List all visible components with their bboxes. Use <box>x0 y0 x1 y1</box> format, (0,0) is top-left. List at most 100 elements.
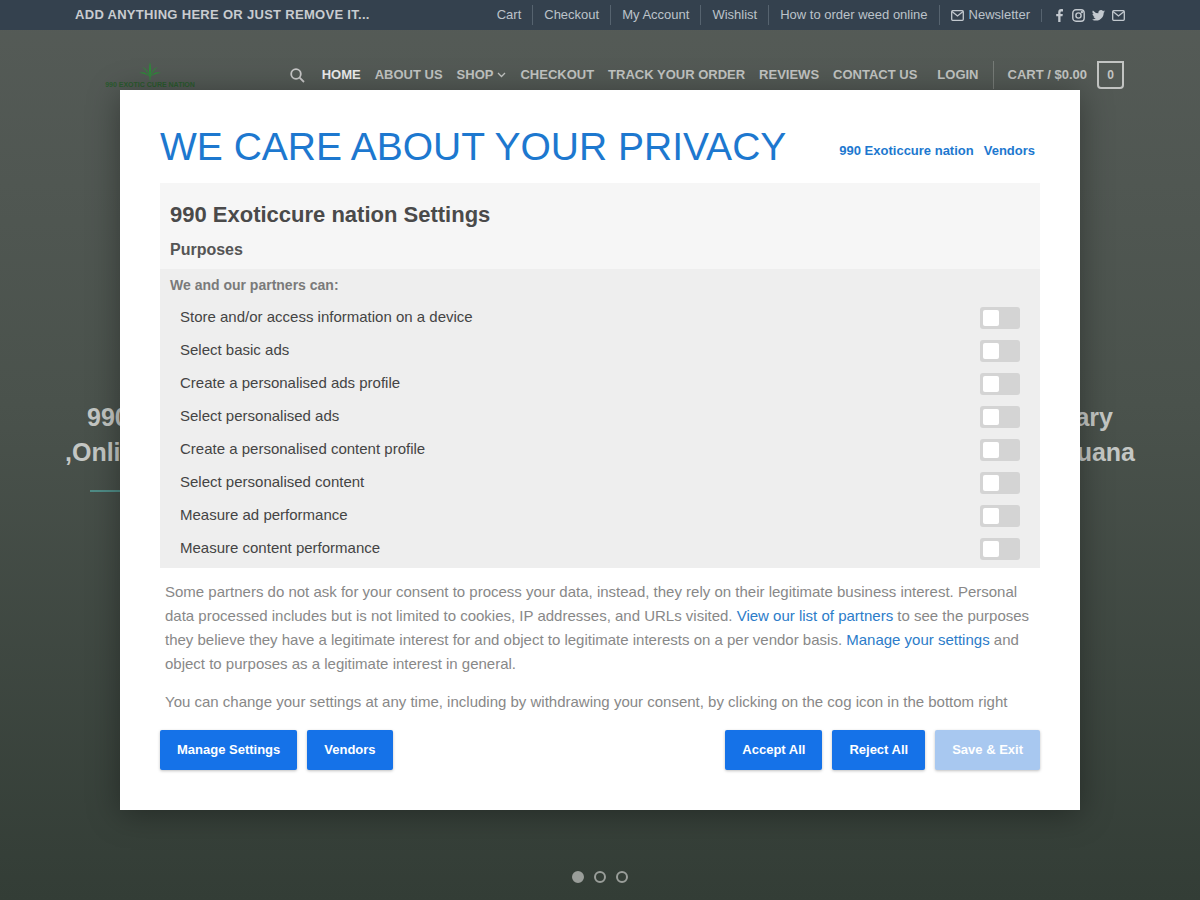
email-icon[interactable] <box>1112 9 1125 22</box>
nav-item[interactable]: ABOUT US <box>375 65 443 85</box>
instagram-icon[interactable] <box>1072 9 1085 22</box>
social-links <box>1041 9 1125 22</box>
privacy-modal: WE CARE ABOUT YOUR PRIVACY 990 Exoticcure… <box>120 90 1080 810</box>
announcement: ADD ANYTHING HERE OR JUST REMOVE IT... <box>75 5 370 25</box>
toggle-knob <box>983 541 999 557</box>
envelope-icon <box>951 10 964 21</box>
search-icon[interactable] <box>290 67 306 83</box>
modal-title: WE CARE ABOUT YOUR PRIVACY <box>160 127 786 166</box>
left-buttons: Manage SettingsVendors <box>160 730 393 770</box>
slider-dot[interactable] <box>594 871 606 883</box>
slider-dot[interactable] <box>616 871 628 883</box>
purpose-toggle[interactable] <box>980 307 1020 329</box>
hero-divider <box>90 490 122 492</box>
settings-panel: 990 Exoticcure nation Settings Purposes We… <box>160 183 1040 568</box>
page: ADD ANYTHING HERE OR JUST REMOVE IT... Ca… <box>0 0 1200 900</box>
notice-text: Some partners do not ask for your consen… <box>160 568 1040 718</box>
nav-item[interactable]: CHECKOUT <box>520 65 594 85</box>
toggle-knob <box>983 475 999 491</box>
purpose-row: Select basic ads <box>170 334 1030 367</box>
modal-button[interactable]: Vendors <box>307 730 392 770</box>
toggle-knob <box>983 376 999 392</box>
twitter-icon[interactable] <box>1092 9 1105 22</box>
main-nav: HOME ABOUT US SHOP CHECKOUT TRACK YOUR ORDER… <box>290 61 1124 89</box>
nav-label: TRACK YOUR ORDER <box>608 65 745 85</box>
purpose-row: Select personalised ads <box>170 400 1030 433</box>
purpose-label: Measure ad performance <box>180 504 348 527</box>
top-link[interactable]: Wishlist <box>700 5 768 25</box>
notice-link[interactable]: Manage your settings <box>846 631 989 648</box>
notice-link[interactable]: View our list of partners <box>737 607 893 624</box>
facebook-icon[interactable] <box>1053 9 1065 22</box>
nav-label: CHECKOUT <box>520 65 594 85</box>
nav-divider <box>993 61 994 89</box>
top-links: CartCheckoutMy AccountWishlistHow to ord… <box>486 5 1125 25</box>
toggle-knob <box>983 409 999 425</box>
purpose-toggle[interactable] <box>980 538 1020 560</box>
hero-text-right: uana <box>1077 434 1135 472</box>
notice-paragraph-2: You can change your settings at any time… <box>165 690 1035 714</box>
purpose-toggle[interactable] <box>980 505 1020 527</box>
purpose-toggle[interactable] <box>980 472 1020 494</box>
purpose-toggle[interactable] <box>980 406 1020 428</box>
slider-dot[interactable] <box>572 871 584 883</box>
top-link[interactable]: Checkout <box>532 5 610 25</box>
slider-dots <box>0 871 1200 883</box>
section-title: Purposes <box>170 240 1030 260</box>
purpose-label: Select personalised ads <box>180 405 339 428</box>
toggle-knob <box>983 508 999 524</box>
nav-item[interactable]: SHOP <box>457 65 507 85</box>
modal-tab[interactable]: Vendors <box>984 141 1035 161</box>
nav-item[interactable]: REVIEWS <box>759 65 819 85</box>
modal-tab[interactable]: 990 Exoticcure nation <box>839 141 973 161</box>
nav-label: SHOP <box>457 65 494 85</box>
logo[interactable]: 990 EXOTIC CURE NATION <box>100 62 200 89</box>
nav-item[interactable]: TRACK YOUR ORDER <box>608 65 745 85</box>
nav-item[interactable]: CONTACT US <box>833 65 917 85</box>
purpose-label: Create a personalised content profile <box>180 438 425 461</box>
purpose-label: Select personalised content <box>180 471 364 494</box>
toggle-knob <box>983 442 999 458</box>
modal-button[interactable]: Reject All <box>832 730 925 770</box>
modal-button: Save & Exit <box>935 730 1040 770</box>
toggle-knob <box>983 310 999 326</box>
purpose-row: Create a personalised ads profile <box>170 367 1030 400</box>
top-link[interactable]: My Account <box>610 5 700 25</box>
list-heading: We and our partners can: <box>170 275 1030 295</box>
chevron-down-icon <box>497 72 506 78</box>
cart-label: CART / $0.00 <box>1008 65 1087 85</box>
purpose-row: Measure ad performance <box>170 499 1030 532</box>
nav-label: REVIEWS <box>759 65 819 85</box>
modal-button[interactable]: Manage Settings <box>160 730 297 770</box>
login-link[interactable]: LOGIN <box>937 65 978 85</box>
settings-title: 990 Exoticcure nation Settings <box>170 202 1030 228</box>
logo-text: 990 EXOTIC CURE NATION <box>105 80 195 89</box>
modal-button[interactable]: Accept All <box>725 730 822 770</box>
top-link[interactable]: Cart <box>486 5 533 25</box>
newsletter-label: Newsletter <box>969 5 1030 25</box>
modal-tabs: 990 Exoticcure nation Vendors <box>839 141 1035 161</box>
cart-link[interactable]: CART / $0.00 0 <box>1008 61 1124 89</box>
nav-label: HOME <box>322 65 361 85</box>
purpose-toggle[interactable] <box>980 373 1020 395</box>
hero-text-left: ,Onli <box>65 434 121 472</box>
purpose-row: Measure content performance <box>170 532 1030 565</box>
leaf-icon <box>139 62 161 80</box>
purpose-row: Store and/or access information on a dev… <box>170 301 1030 334</box>
nav-label: ABOUT US <box>375 65 443 85</box>
nav-item[interactable]: HOME <box>322 65 361 85</box>
purpose-label: Store and/or access information on a dev… <box>180 306 473 329</box>
purpose-toggle[interactable] <box>980 439 1020 461</box>
purpose-row: Create a personalised content profile <box>170 433 1030 466</box>
purpose-row: Select personalised content <box>170 466 1030 499</box>
top-link[interactable]: How to order weed online <box>768 5 938 25</box>
cart-count: 0 <box>1097 61 1124 89</box>
toggle-knob <box>983 343 999 359</box>
modal-buttons: Manage SettingsVendors Accept AllReject A… <box>160 730 1040 770</box>
purpose-toggle[interactable] <box>980 340 1020 362</box>
settings-header: 990 Exoticcure nation Settings Purposes <box>160 183 1040 260</box>
notice-paragraph: Some partners do not ask for your consen… <box>165 580 1035 676</box>
nav-label: CONTACT US <box>833 65 917 85</box>
newsletter-link[interactable]: Newsletter <box>939 5 1041 25</box>
purpose-label: Measure content performance <box>180 537 380 560</box>
